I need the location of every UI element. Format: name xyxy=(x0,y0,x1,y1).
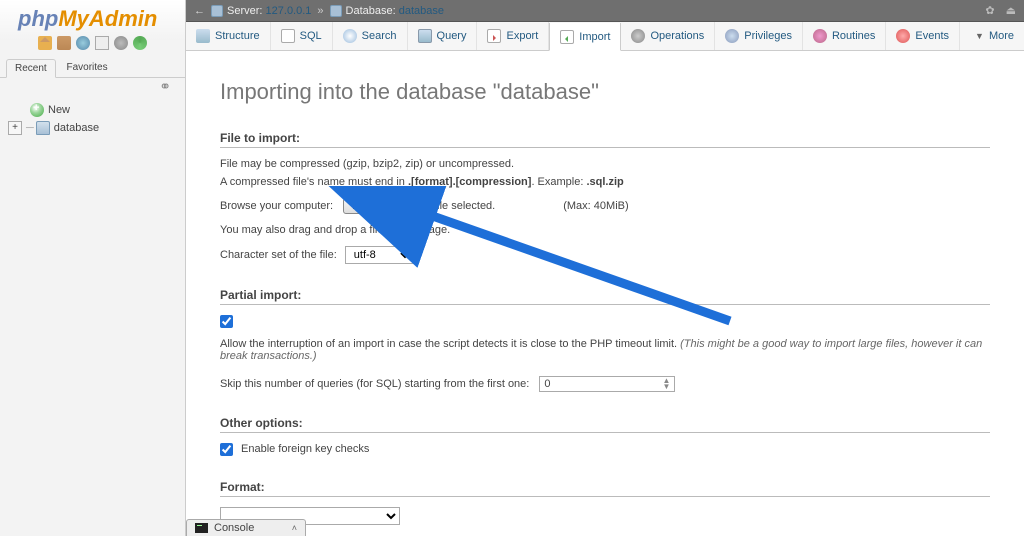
section-other-options: Other options: Enable foreign key checks xyxy=(220,416,990,456)
database-crumb-icon xyxy=(330,5,342,17)
browse-button[interactable]: Browse... xyxy=(343,198,407,214)
tab-privileges[interactable]: Privileges xyxy=(715,22,803,50)
content-panel: Importing into the database "database" F… xyxy=(186,51,1024,536)
nav-back-icon[interactable]: ← xyxy=(194,5,205,17)
tree-database[interactable]: + ─ database xyxy=(8,119,177,137)
sidebar-tabs: Recent Favorites xyxy=(0,58,185,78)
stepper-arrows-icon[interactable]: ▲▼ xyxy=(662,378,670,390)
console-label: Console xyxy=(214,522,254,534)
sidebar-icon-row xyxy=(0,34,185,54)
new-database-icon xyxy=(30,103,44,117)
format-head: Format: xyxy=(220,480,990,497)
sql-icon xyxy=(281,29,295,43)
section-partial-import: Partial import: Allow the interruption o… xyxy=(220,288,990,392)
dragdrop-hint: You may also drag and drop a file on any… xyxy=(220,224,990,236)
section-file-to-import: File to import: File may be compressed (… xyxy=(220,131,990,264)
eject-icon[interactable]: ⏏ xyxy=(1006,5,1016,17)
allow-interruption-checkbox[interactable] xyxy=(220,315,233,328)
privileges-icon xyxy=(725,29,739,43)
events-icon xyxy=(896,29,910,43)
tab-sql[interactable]: SQL xyxy=(271,22,333,50)
expand-icon[interactable]: + xyxy=(8,121,22,135)
breadcrumb-bar: ← Server: 127.0.0.1 » Database: database… xyxy=(186,0,1024,22)
foreign-key-checkbox[interactable] xyxy=(220,443,233,456)
tab-more[interactable]: ▼More xyxy=(965,22,1024,50)
foreign-key-label: Enable foreign key checks xyxy=(241,443,369,455)
file-to-import-head: File to import: xyxy=(220,131,990,148)
tab-recent[interactable]: Recent xyxy=(6,59,56,78)
docs-icon[interactable] xyxy=(95,36,109,50)
database-tree: New + ─ database xyxy=(0,95,185,143)
other-options-head: Other options: xyxy=(220,416,990,433)
section-format: Format: xyxy=(220,480,990,525)
skip-queries-label: Skip this number of queries (for SQL) st… xyxy=(220,378,529,390)
tab-import[interactable]: Import xyxy=(549,23,621,51)
settings-icon[interactable] xyxy=(114,36,128,50)
structure-icon xyxy=(196,29,210,43)
tab-structure[interactable]: Structure xyxy=(186,22,271,50)
charset-label: Character set of the file: xyxy=(220,249,337,261)
compressed-hint: File may be compressed (gzip, bzip2, zip… xyxy=(220,158,990,170)
server-icon xyxy=(211,5,223,17)
breadcrumb-database[interactable]: database xyxy=(399,5,444,17)
reload-icon[interactable] xyxy=(133,36,147,50)
chevron-down-icon: ▼ xyxy=(975,31,984,41)
no-file-selected: No file selected. xyxy=(417,200,495,212)
link-indicator-icon: ⚭ xyxy=(0,78,185,95)
breadcrumb-db-label: Database: xyxy=(346,5,396,17)
sidebar: phpMyAdmin Recent Favorites ⚭ New + ─ da… xyxy=(0,0,186,536)
max-size: (Max: 40MiB) xyxy=(563,200,628,212)
tree-new[interactable]: New xyxy=(8,101,177,119)
export-icon xyxy=(487,29,501,43)
skip-queries-value: 0 xyxy=(544,378,550,390)
name-format-hint: A compressed file's name must end in .[f… xyxy=(220,176,990,188)
browse-label: Browse your computer: xyxy=(220,200,333,212)
globe-icon[interactable] xyxy=(76,36,90,50)
tab-search[interactable]: Search xyxy=(333,22,408,50)
gear-icon[interactable]: ✿ xyxy=(985,5,994,17)
tab-query[interactable]: Query xyxy=(408,22,478,50)
tab-export[interactable]: Export xyxy=(477,22,549,50)
home-icon[interactable] xyxy=(38,36,52,50)
allow-interruption-text: Allow the interruption of an import in c… xyxy=(220,338,990,362)
logout-icon[interactable] xyxy=(57,36,71,50)
chevron-up-icon: ˄ xyxy=(292,523,297,533)
tab-routines[interactable]: Routines xyxy=(803,22,886,50)
import-icon xyxy=(560,30,574,44)
breadcrumb-server[interactable]: 127.0.0.1 xyxy=(266,5,312,17)
operations-icon xyxy=(631,29,645,43)
search-icon xyxy=(343,29,357,43)
breadcrumb-server-label: Server: xyxy=(227,5,262,17)
page-title: Importing into the database "database" xyxy=(220,79,990,105)
terminal-icon xyxy=(195,523,208,533)
skip-queries-input[interactable]: 0 ▲▼ xyxy=(539,376,675,392)
charset-select[interactable]: utf-8 xyxy=(345,246,414,264)
main-tabs: Structure SQL Search Query Export Import… xyxy=(186,22,1024,51)
tree-new-label: New xyxy=(48,104,70,116)
database-icon xyxy=(36,121,50,135)
phpmyadmin-logo[interactable]: phpMyAdmin xyxy=(0,0,185,34)
console-toggle[interactable]: Console ˄ xyxy=(186,519,306,536)
query-icon xyxy=(418,29,432,43)
routines-icon xyxy=(813,29,827,43)
tree-database-label: database xyxy=(54,122,99,134)
tab-favorites[interactable]: Favorites xyxy=(58,59,115,76)
tab-events[interactable]: Events xyxy=(886,22,960,50)
partial-import-head: Partial import: xyxy=(220,288,990,305)
tab-operations[interactable]: Operations xyxy=(621,22,715,50)
